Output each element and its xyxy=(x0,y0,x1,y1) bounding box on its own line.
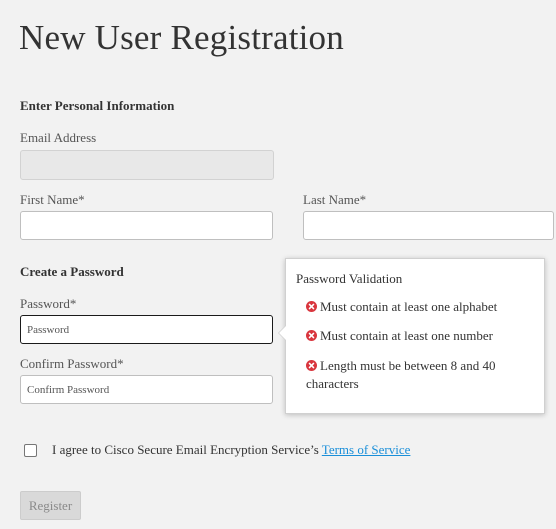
password-field[interactable] xyxy=(20,315,273,344)
error-circle-x-icon xyxy=(306,301,317,312)
validation-rule: Must contain at least one number xyxy=(306,327,538,345)
register-button[interactable]: Register xyxy=(20,491,81,520)
terms-of-service-link[interactable]: Terms of Service xyxy=(322,442,411,457)
terms-checkbox[interactable] xyxy=(24,444,37,457)
last-name-field[interactable] xyxy=(303,211,554,240)
terms-agreement-text: I agree to Cisco Secure Email Encryption… xyxy=(52,442,319,457)
password-heading: Create a Password xyxy=(20,264,124,279)
personal-info-heading: Enter Personal Information xyxy=(20,98,175,113)
page-title: New User Registration xyxy=(19,18,344,57)
last-name-label: Last Name* xyxy=(303,192,367,207)
email-label: Email Address xyxy=(20,130,97,145)
error-circle-x-icon xyxy=(306,360,317,371)
validation-rule-text: Must contain at least one alphabet xyxy=(320,299,498,314)
validation-rule: Length must be between 8 and 40 characte… xyxy=(306,357,538,393)
validation-rule: Must contain at least one alphabet xyxy=(306,298,538,316)
confirm-password-label: Confirm Password* xyxy=(20,356,124,371)
first-name-label: First Name* xyxy=(20,192,85,207)
email-field xyxy=(20,150,274,180)
registration-panel: New User Registration Enter Personal Inf… xyxy=(0,0,556,529)
password-label: Password* xyxy=(20,296,77,311)
popover-title: Password Validation xyxy=(296,271,403,286)
confirm-password-field[interactable] xyxy=(20,375,273,404)
error-circle-x-icon xyxy=(306,330,317,341)
validation-rule-text: Must contain at least one number xyxy=(320,328,493,343)
first-name-field[interactable] xyxy=(20,211,273,240)
terms-agreement: I agree to Cisco Secure Email Encryption… xyxy=(52,442,410,458)
validation-rule-text: Length must be between 8 and 40 characte… xyxy=(306,358,496,391)
password-validation-popover: Password Validation Must contain at leas… xyxy=(278,258,545,414)
popover-arrow xyxy=(278,325,286,341)
